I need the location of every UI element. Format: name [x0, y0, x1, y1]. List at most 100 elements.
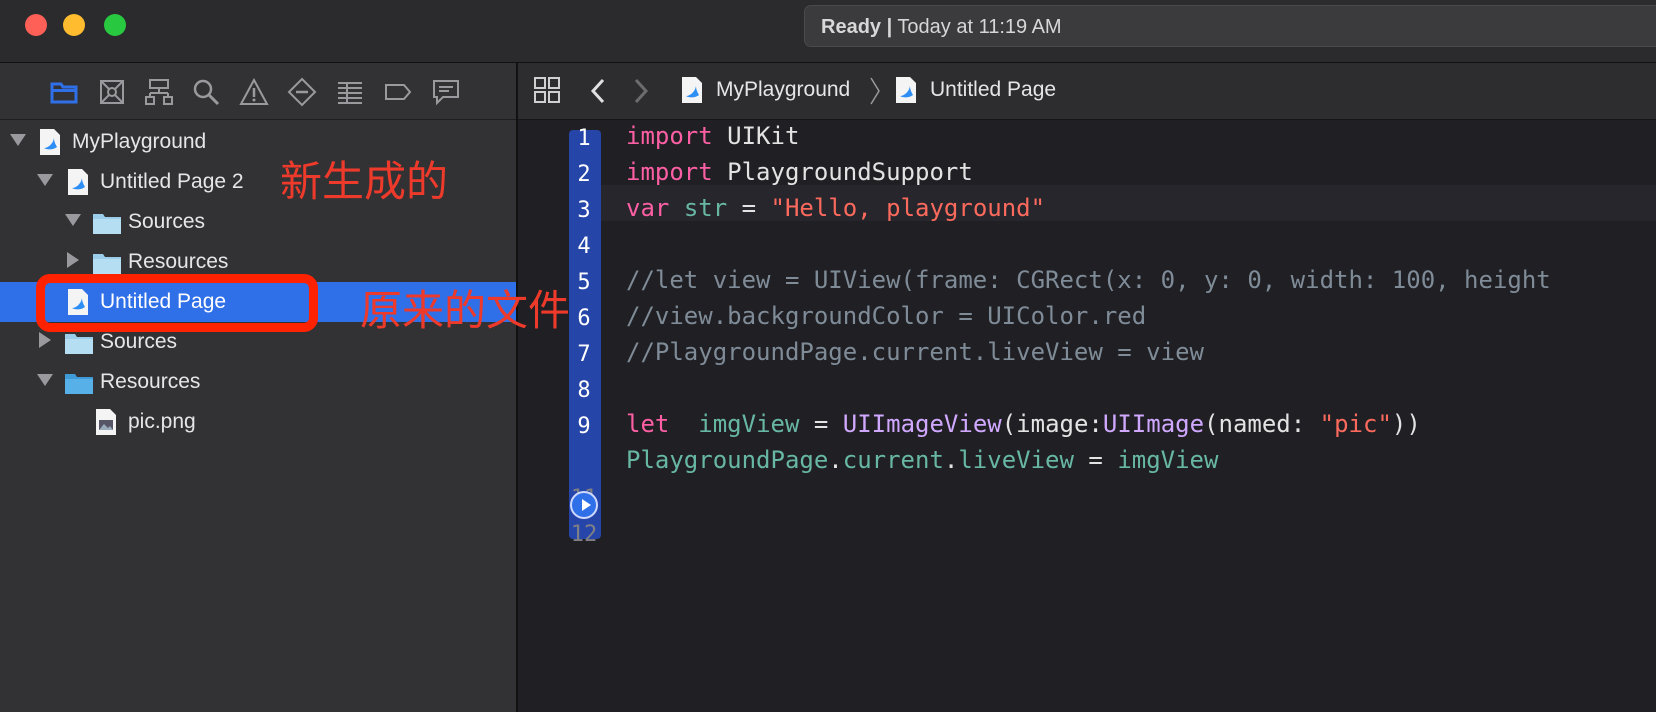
close-window-button[interactable] [25, 14, 47, 36]
annotation-new-generated: 新生成的 [280, 157, 449, 206]
code-token: imgView [1117, 446, 1219, 474]
executed-lines-gutter[interactable] [569, 130, 601, 539]
code-token: = [1073, 446, 1118, 474]
code-token: //let view = UIView(frame: CGRect(x: 0, … [626, 266, 1551, 294]
status-time-label: Today at 11:19 AM [897, 16, 1062, 38]
line-number: 4 [577, 234, 591, 259]
related-items-icon[interactable] [532, 75, 562, 105]
tree-item-label: MyPlayground [72, 130, 207, 153]
disclosure-expanded-icon[interactable] [10, 134, 26, 146]
code-token: str [683, 194, 728, 222]
annotation-original-file: 原来的文件 [360, 286, 571, 335]
code-token: PlaygroundSupport [712, 158, 973, 186]
code-token: UIImageView [842, 410, 1002, 438]
code-line[interactable]: //view.backgroundColor = UIColor.red [626, 302, 1146, 330]
navigator-toolbar [0, 63, 516, 120]
line-number: 2 [577, 162, 591, 187]
code-line[interactable]: //let view = UIView(frame: CGRect(x: 0, … [626, 266, 1551, 294]
source-control-icon[interactable] [97, 77, 127, 107]
line-number: 1 [577, 126, 591, 151]
issue-icon[interactable] [239, 77, 269, 107]
code-token: var [626, 194, 670, 222]
tree-item-resources[interactable]: Resources [0, 362, 516, 402]
breakpoint-icon[interactable] [383, 77, 413, 107]
tree-item-pic-png[interactable]: pic.png [0, 402, 516, 442]
zoom-window-button[interactable] [104, 14, 126, 36]
tree-item-label: pic.png [128, 410, 196, 433]
code-line[interactable]: import PlaygroundSupport [626, 158, 973, 186]
folder-icon [64, 368, 94, 396]
annotation-highlight-box [36, 274, 318, 332]
line-number: 8 [577, 378, 591, 403]
tree-item-label: Resources [128, 250, 229, 273]
swift-file-icon [66, 168, 90, 196]
status-ready-label: Ready [821, 16, 882, 38]
line-number: 12 [570, 522, 598, 547]
swift-file-icon [894, 76, 918, 104]
code-token: UIImage [1102, 410, 1205, 438]
code-token: import [626, 158, 713, 186]
code-token: . [828, 446, 843, 474]
code-line[interactable]: //PlaygroundPage.current.liveView = view [626, 338, 1204, 366]
breadcrumb-separator-icon [868, 76, 882, 106]
image-file-icon [94, 408, 118, 436]
code-token: "pic" [1319, 410, 1392, 438]
disclosure-collapsed-icon[interactable] [67, 252, 79, 268]
tree-item-label: Resources [100, 370, 201, 393]
code-token: = [727, 194, 771, 222]
code-token: //view.backgroundColor = UIColor.red [626, 302, 1147, 330]
status-separator: | [886, 16, 893, 38]
disclosure-expanded-icon[interactable] [65, 214, 81, 226]
back-chevron-icon[interactable] [588, 77, 608, 105]
test-icon[interactable] [287, 77, 317, 107]
disclosure-collapsed-icon[interactable] [39, 332, 51, 348]
window-titlebar: Ready | Today at 11:19 AM [0, 0, 1656, 63]
line-number: 3 [577, 198, 591, 223]
code-line[interactable]: let imgView = UIImageView(image:UIImage(… [626, 410, 1421, 438]
code-line[interactable]: var str = "Hello, playground" [626, 194, 1045, 222]
code-token: current [842, 446, 944, 474]
code-line[interactable]: PlaygroundPage.current.liveView = imgVie… [626, 446, 1218, 474]
folder-icon [64, 328, 94, 356]
code-token: //PlaygroundPage.current.liveView = view [626, 338, 1204, 366]
symbol-icon[interactable] [144, 77, 174, 107]
code-token: = [799, 410, 843, 438]
swift-file-icon [38, 128, 62, 156]
code-line[interactable]: import UIKit [626, 122, 799, 150]
disclosure-expanded-icon[interactable] [37, 174, 53, 186]
code-token: imgView [698, 410, 800, 438]
code-token: PlaygroundPage [626, 446, 829, 474]
code-token: . [943, 446, 959, 474]
tree-item-label: Sources [128, 210, 206, 233]
code-token: )) [1391, 410, 1421, 438]
tree-item-label: Untitled Page 2 [100, 170, 244, 193]
code-token: (named: [1204, 410, 1320, 438]
forward-chevron-icon[interactable] [631, 77, 651, 105]
source-editor[interactable]: MyPlayground Untitled Page 1234567891112… [518, 63, 1656, 712]
code-token: UIKit [712, 122, 800, 150]
code-token: liveView [958, 446, 1074, 474]
debug-icon[interactable] [335, 77, 365, 107]
code-token: let [626, 410, 670, 438]
breadcrumb-project[interactable]: MyPlayground [716, 78, 850, 102]
activity-status-bar: Ready | Today at 11:19 AM [804, 5, 1656, 47]
disclosure-expanded-icon[interactable] [37, 374, 53, 386]
tree-item-label: Sources [100, 330, 178, 353]
minimize-window-button[interactable] [63, 14, 85, 36]
folder-icon[interactable] [49, 77, 79, 107]
find-icon[interactable] [191, 77, 221, 107]
code-token: "Hello, playground" [770, 194, 1046, 222]
code-token: import [626, 122, 713, 150]
swift-file-icon [680, 76, 704, 104]
jump-bar: MyPlayground Untitled Page [518, 63, 1656, 120]
code-token: (image: [1001, 410, 1103, 438]
breadcrumb-page[interactable]: Untitled Page [930, 78, 1056, 102]
line-number: 9 [577, 414, 591, 439]
report-icon[interactable] [431, 77, 461, 107]
run-to-line-button[interactable] [570, 491, 598, 519]
folder-icon [92, 248, 122, 276]
folder-icon [92, 208, 122, 236]
line-number: 7 [577, 342, 591, 367]
